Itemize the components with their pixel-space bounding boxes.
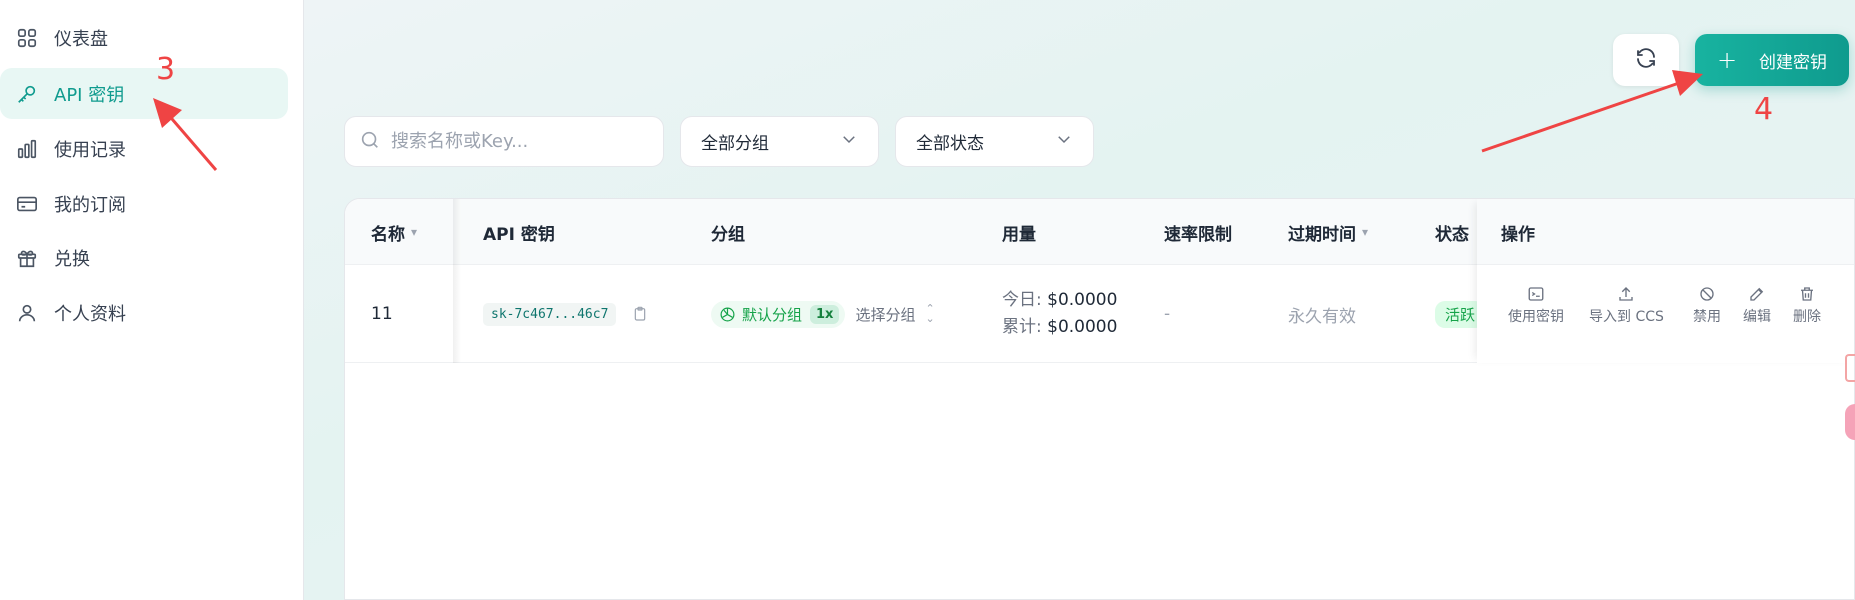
sidebar: 仪表盘 API 密钥 使用记录 我的订阅 兑换 个人资料 — [0, 0, 304, 600]
sidebar-item-label: 个人资料 — [54, 303, 126, 325]
sidebar-item-label: 兑换 — [54, 248, 90, 270]
user-icon — [14, 300, 40, 326]
floating-widget-icon[interactable] — [1845, 354, 1855, 382]
import-ccs-label: 导入到 CCS — [1589, 309, 1664, 325]
sidebar-item-profile[interactable]: 个人资料 — [0, 287, 288, 338]
edit-icon — [1750, 287, 1764, 301]
chevron-down-icon: ▾ — [411, 225, 418, 239]
cell-api-key: sk-7c467...46c7 — [483, 265, 648, 363]
chevron-down-icon — [1055, 130, 1073, 153]
status-filter-select[interactable]: 全部状态 — [895, 116, 1094, 167]
search-input[interactable] — [391, 131, 641, 152]
delete-button[interactable]: 删除 — [1793, 285, 1821, 326]
actions-header: 操作 — [1477, 199, 1854, 265]
group-filter-value: 全部分组 — [701, 134, 769, 154]
use-key-button[interactable]: 使用密钥 — [1508, 285, 1564, 326]
usage-total-value: $0.0000 — [1047, 317, 1118, 337]
header-label: 过期时间 — [1288, 224, 1356, 245]
disable-button[interactable]: 禁用 — [1693, 285, 1721, 326]
cell-expires: 永久有效 — [1288, 306, 1356, 327]
column-header-status: 状态 — [1435, 199, 1469, 265]
column-header-expires[interactable]: 过期时间 ▾ — [1288, 199, 1368, 265]
sidebar-item-subscription[interactable]: 我的订阅 — [0, 178, 288, 229]
ban-icon — [1700, 287, 1714, 301]
delete-label: 删除 — [1793, 309, 1821, 325]
column-header-key: API 密钥 — [483, 199, 555, 265]
terminal-icon — [1528, 287, 1544, 301]
openai-icon — [719, 306, 736, 323]
bar-chart-icon — [14, 136, 40, 162]
annotation-step-3: 3 — [156, 52, 176, 87]
api-keys-table: 名称 ▾ API 密钥 分组 用量 速率限制 过期时间 ▾ 状态 11 sk-7c4… — [344, 198, 1855, 600]
group-tag: 默认分组 1x — [711, 300, 846, 328]
sidebar-item-dashboard[interactable]: 仪表盘 — [0, 12, 288, 63]
trash-icon — [1801, 287, 1813, 301]
group-filter-select[interactable]: 全部分组 — [680, 116, 879, 167]
api-key-value: sk-7c467...46c7 — [483, 302, 617, 326]
gift-icon — [14, 245, 40, 271]
column-header-group: 分组 — [711, 199, 745, 265]
refresh-button[interactable] — [1613, 34, 1679, 86]
cell-usage: 今日: $0.0000 累计: $0.0000 — [1002, 265, 1117, 363]
header-label: 名称 — [371, 224, 405, 245]
import-ccs-button[interactable]: 导入到 CCS — [1589, 285, 1664, 326]
column-header-usage: 用量 — [1002, 199, 1036, 265]
header-label: 分组 — [711, 224, 745, 245]
cell-name: 11 — [371, 304, 393, 324]
group-multiplier-badge: 1x — [810, 304, 840, 324]
sidebar-item-label: 使用记录 — [54, 139, 126, 161]
select-group-label: 选择分组 — [855, 305, 916, 324]
header-label: 速率限制 — [1164, 224, 1232, 245]
disable-label: 禁用 — [1693, 309, 1721, 325]
column-header-name[interactable]: 名称 ▾ — [371, 199, 417, 265]
usage-today-value: $0.0000 — [1047, 290, 1118, 310]
upload-icon — [1619, 287, 1634, 301]
sidebar-item-label: API 密钥 — [54, 84, 125, 106]
create-key-label: 创建密钥 — [1759, 52, 1828, 73]
credit-card-icon — [14, 191, 40, 217]
create-key-button[interactable]: + 创建密钥 — [1695, 34, 1849, 86]
sidebar-item-label: 仪表盘 — [54, 28, 108, 50]
key-icon — [14, 81, 40, 107]
search-box[interactable] — [344, 116, 664, 167]
usage-total-label: 累计: — [1002, 317, 1042, 337]
sidebar-item-redeem[interactable]: 兑换 — [0, 232, 288, 283]
cell-group: 默认分组 1x 选择分组 ⌃ ⌄ — [711, 265, 935, 363]
column-header-actions: 操作 — [1501, 224, 1535, 245]
column-header-rate-limit: 速率限制 — [1164, 199, 1232, 265]
sidebar-item-label: 我的订阅 — [54, 194, 126, 216]
header-label: 状态 — [1435, 224, 1469, 245]
chevron-down-icon — [840, 130, 858, 153]
plus-icon: + — [1716, 46, 1738, 74]
header-label: 用量 — [1002, 224, 1036, 245]
chevron-updown-icon: ⌃ ⌄ — [925, 302, 935, 325]
sticky-column-shadow — [453, 199, 461, 363]
search-icon — [359, 129, 381, 155]
edit-label: 编辑 — [1743, 309, 1771, 325]
header-label: API 密钥 — [483, 224, 555, 245]
actions-column: 操作 使用密钥 导入到 CCS 禁用 编辑 删除 — [1477, 199, 1854, 363]
status-filter-value: 全部状态 — [916, 134, 984, 154]
group-name: 默认分组 — [742, 305, 803, 324]
usage-total: 累计: $0.0000 — [1002, 314, 1117, 341]
grid-icon — [14, 25, 40, 51]
usage-today: 今日: $0.0000 — [1002, 287, 1117, 314]
cell-rate-limit: - — [1164, 304, 1171, 324]
chevron-down-icon: ▾ — [1362, 225, 1369, 239]
floating-chat-icon[interactable] — [1845, 404, 1855, 440]
refresh-icon — [1634, 46, 1658, 74]
sidebar-item-api-keys[interactable]: API 密钥 — [0, 68, 288, 119]
select-group-dropdown[interactable]: 选择分组 ⌃ ⌄ — [855, 302, 935, 325]
use-key-label: 使用密钥 — [1508, 309, 1564, 325]
usage-today-label: 今日: — [1002, 290, 1042, 310]
edit-button[interactable]: 编辑 — [1743, 285, 1771, 326]
sidebar-item-usage[interactable]: 使用记录 — [0, 123, 288, 174]
clipboard-icon[interactable] — [632, 305, 648, 323]
annotation-step-4: 4 — [1754, 92, 1774, 127]
